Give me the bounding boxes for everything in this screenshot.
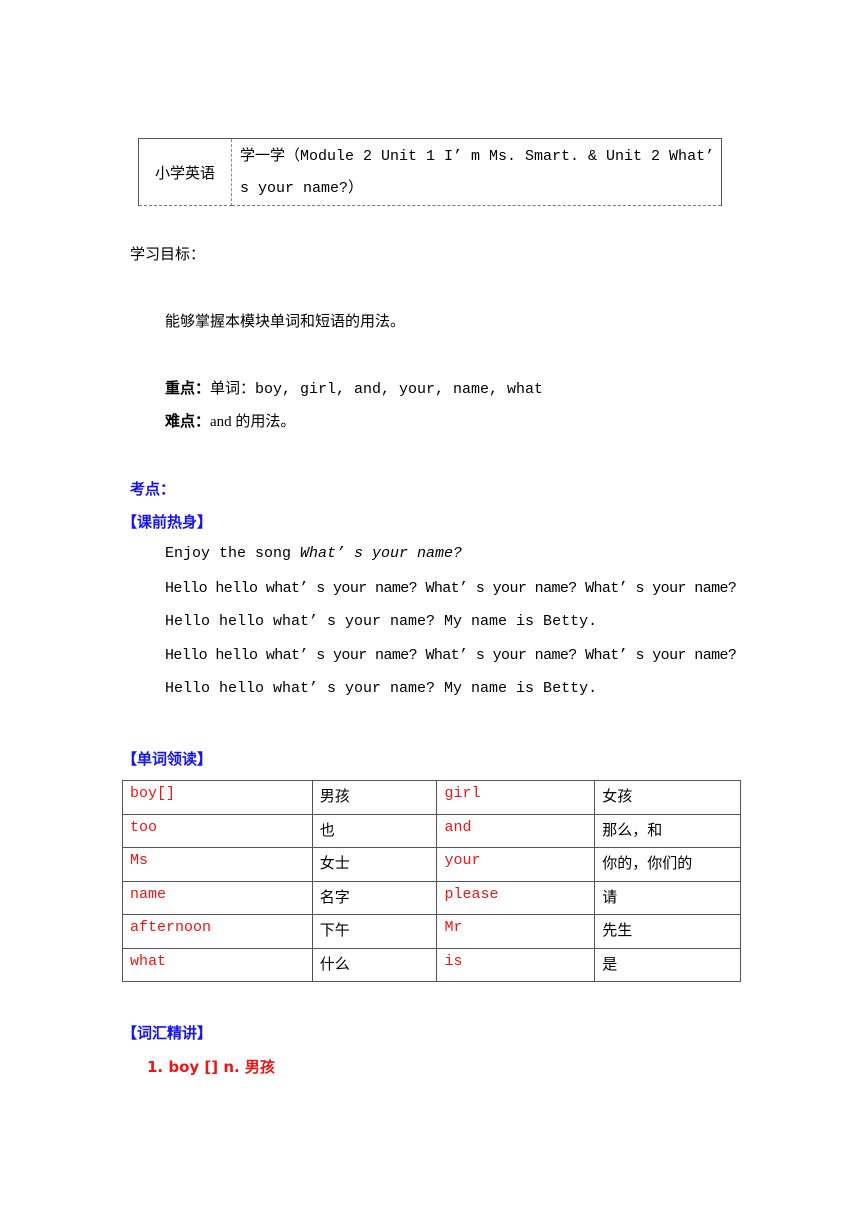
difficult-points-label: 难点： [165,412,211,430]
explanation-heading: 【词汇精讲】 [122,1024,213,1042]
vocab-meaning: 是 [594,947,741,982]
key-points-label: 重点： [165,379,211,397]
exam-points-heading: 考点： [130,480,176,498]
vocab-meaning: 那么，和 [594,813,741,848]
key-points-text: 单词：boy, girl, and, your, name, what [210,381,544,398]
vocab-row: name 名字 please 请 [122,880,741,915]
vocab-heading: 【单词领读】 [122,750,213,768]
vocab-word: girl [436,780,596,815]
lesson-title-cell: 学一学（Module 2 Unit 1 I’ m Ms. Smart. & Un… [231,138,722,206]
vocab-word: Ms [122,847,313,882]
vocab-meaning: 先生 [594,914,741,949]
lyric-line: Hello hello what’ s your name? What’ s y… [165,580,737,597]
vocab-word: boy[] [122,780,313,815]
difficult-points: 难点：and 的用法。 [165,410,295,431]
vocab-meaning: 男孩 [311,780,438,815]
vocab-table: boy[] 男孩 girl 女孩 too 也 and 那么，和 Ms 女士 your 你的，你们的 na… [122,780,741,982]
key-points: 重点：单词：boy, girl, and, your, name, what [165,377,543,398]
vocab-row: Ms 女士 your 你的，你们的 [122,847,741,882]
lesson-title-line2: s your name?） [240,180,364,197]
vocab-meaning: 下午 [311,914,438,949]
vocab-word: is [436,947,596,982]
vocab-row: afternoon 下午 Mr 先生 [122,914,741,949]
vocab-word: Mr [436,914,596,949]
vocab-meaning: 女士 [311,847,438,882]
song-intro-text: Enjoy the song [165,545,301,562]
subject-cell: 小学英语 [138,138,232,206]
song-title: What’ s your name? [300,545,463,562]
explanation-item: 1. boy [] n. 男孩 [147,1058,275,1076]
vocab-row: too 也 and 那么，和 [122,813,741,848]
vocab-word: please [436,880,596,915]
vocab-word: too [122,813,313,848]
difficult-points-text: and 的用法。 [210,414,296,430]
vocab-word: what [122,947,313,982]
vocab-row: what 什么 is 是 [122,947,741,982]
song-intro: Enjoy the song What’ s your name? [165,545,462,562]
warmup-heading: 【课前热身】 [122,513,213,531]
vocab-word: name [122,880,313,915]
vocab-word: and [436,813,596,848]
vocab-meaning: 你的，你们的 [594,847,741,882]
lyric-line: Hello hello what’ s your name? My name i… [165,613,598,630]
header-table: 小学英语 学一学（Module 2 Unit 1 I’ m Ms. Smart.… [138,138,722,206]
vocab-meaning: 也 [311,813,438,848]
vocab-row: boy[] 男孩 girl 女孩 [122,780,741,815]
vocab-meaning: 女孩 [594,780,741,815]
vocab-meaning: 请 [594,880,741,915]
objectives-goal: 能够掌握本模块单词和短语的用法。 [165,314,406,330]
vocab-meaning: 什么 [311,947,438,982]
vocab-meaning: 名字 [311,880,438,915]
lyric-line: Hello hello what’ s your name? My name i… [165,680,598,697]
lyric-line: Hello hello what’ s your name? What’ s y… [165,647,737,664]
lesson-title-line1: 学一学（Module 2 Unit 1 I’ m Ms. Smart. & Un… [240,148,715,165]
objectives-heading: 学习目标： [130,247,206,263]
vocab-word: your [436,847,596,882]
vocab-word: afternoon [122,914,313,949]
